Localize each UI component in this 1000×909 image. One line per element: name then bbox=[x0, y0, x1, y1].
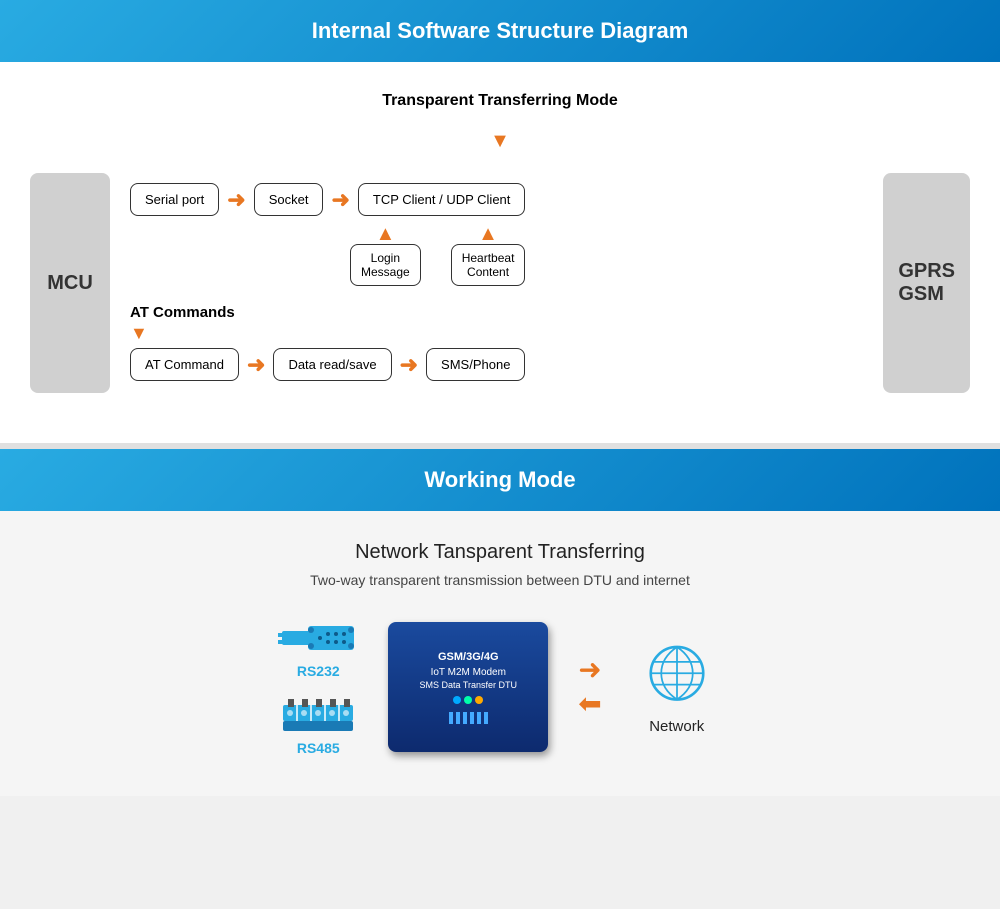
arrow1: ➜ bbox=[227, 187, 245, 213]
network-title: Network Tansparent Transferring bbox=[20, 541, 980, 564]
sms-phone-box: SMS/Phone bbox=[426, 348, 525, 381]
network-subtitle: Two-way transparent transmission between… bbox=[20, 572, 980, 588]
at-command-box: AT Command bbox=[130, 348, 239, 381]
up-arrow-heartbeat: ▲ bbox=[478, 224, 498, 244]
serial-port-box: Serial port bbox=[130, 183, 219, 216]
rs485-icon bbox=[283, 699, 353, 735]
arrow4: ➜ bbox=[400, 352, 418, 378]
socket-box: Socket bbox=[254, 183, 324, 216]
gprs-block: GPRSGSM bbox=[883, 173, 970, 393]
network-diagram: RS232 bbox=[20, 618, 980, 756]
arrow2: ➜ bbox=[331, 187, 349, 213]
data-read-save-box: Data read/save bbox=[273, 348, 391, 381]
section2-header: Working Mode bbox=[0, 449, 1000, 511]
center-flow: Serial port ➜ Socket ➜ TCP Client / UDP … bbox=[110, 173, 883, 393]
working-mode-title: Working Mode bbox=[424, 467, 575, 492]
rs232-label: RS232 bbox=[297, 663, 340, 679]
top-flow: Serial port ➜ Socket ➜ TCP Client / UDP … bbox=[130, 183, 863, 296]
network-cloud-icon bbox=[632, 640, 722, 710]
diagram-section: Transparent Transferring Mode ▼ MCU Seri… bbox=[0, 62, 1000, 443]
login-message-box: LoginMessage bbox=[350, 244, 421, 286]
network-icon-wrapper: Network bbox=[632, 640, 722, 735]
flow-line2: AT Command ➜ Data read/save ➜ SMS/Phone bbox=[130, 348, 863, 381]
at-commands-title: AT Commands bbox=[130, 304, 863, 321]
arrow3: ➜ bbox=[247, 352, 265, 378]
up-arrow-login: ▲ bbox=[375, 224, 395, 244]
diagram-title: Transparent Transferring Mode bbox=[20, 92, 980, 110]
rs232-icon bbox=[278, 618, 358, 658]
bidir-arrows: ➜ ⬅ bbox=[578, 656, 601, 718]
arrow-right: ➜ bbox=[578, 656, 601, 684]
rs232-item: RS232 bbox=[278, 618, 358, 679]
working-section: Network Tansparent Transferring Two-way … bbox=[0, 511, 1000, 796]
heartbeat-content-box: HeartbeatContent bbox=[451, 244, 526, 286]
login-col: ▲ LoginMessage bbox=[350, 224, 421, 286]
section1-title: Internal Software Structure Diagram bbox=[312, 18, 689, 43]
login-hb-container: ▲ LoginMessage ▲ HeartbeatContent bbox=[350, 224, 525, 286]
inner-diagram: MCU Serial port ➜ Socket ➜ TCP Client / … bbox=[20, 163, 980, 403]
heartbeat-col: ▲ HeartbeatContent bbox=[451, 224, 526, 286]
arrow-left: ⬅ bbox=[578, 690, 601, 718]
modem-box: GSM/3G/4G IoT M2M Modem SMS Data Transfe… bbox=[388, 622, 548, 752]
rs485-label: RS485 bbox=[297, 740, 340, 756]
at-section: AT Commands ▼ AT Command ➜ Data read/sav… bbox=[130, 304, 863, 381]
tcp-client-box: TCP Client / UDP Client bbox=[358, 183, 526, 216]
flow-line1: Serial port ➜ Socket ➜ TCP Client / UDP … bbox=[130, 183, 525, 216]
serial-icons: RS232 bbox=[278, 618, 358, 756]
rs485-item: RS485 bbox=[283, 699, 353, 756]
mcu-block: MCU bbox=[30, 173, 110, 393]
down-arrow-top: ▼ bbox=[20, 130, 980, 153]
network-label: Network bbox=[649, 718, 704, 735]
down-arrow-at: ▼ bbox=[130, 323, 863, 344]
section1-header: Internal Software Structure Diagram bbox=[0, 0, 1000, 62]
